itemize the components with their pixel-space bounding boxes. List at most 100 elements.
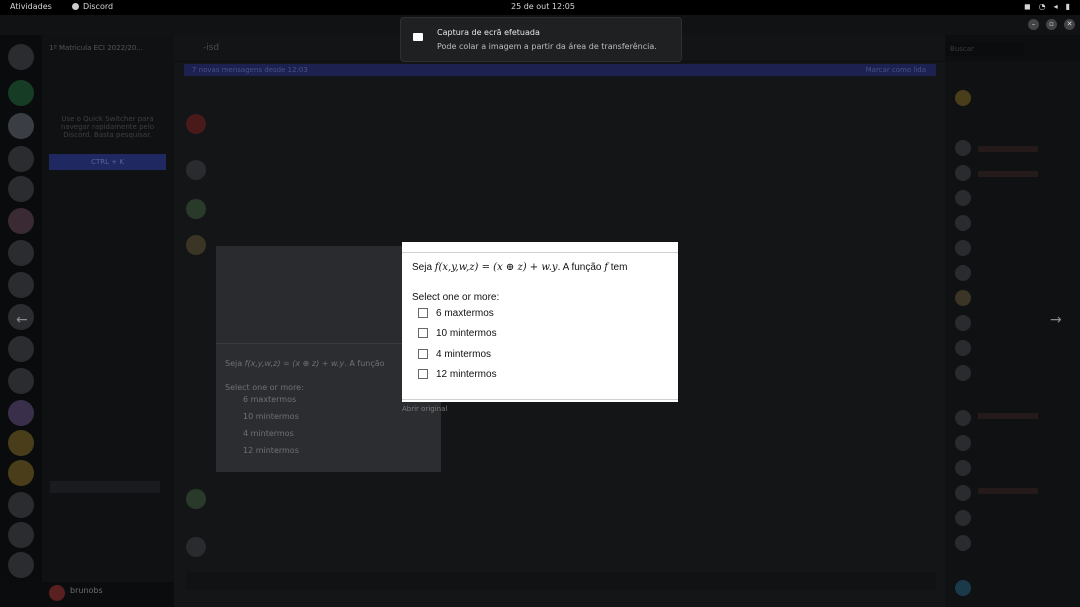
server-icon[interactable] [8,430,34,456]
checkbox-icon [418,349,428,359]
member-avatar[interactable] [955,140,971,156]
banner-text: 7 novas mensagens desde 12:03 [192,66,308,74]
mark-read-button[interactable]: Marcar como lida [866,66,926,74]
server-icon[interactable] [8,240,34,266]
member-avatar[interactable] [955,535,971,551]
server-icon[interactable] [8,522,34,548]
server-icon[interactable] [8,80,34,106]
member-name-placeholder[interactable] [978,171,1038,177]
member-avatar[interactable] [955,460,971,476]
new-messages-banner[interactable]: 7 novas mensagens desde 12:03 Marcar com… [184,64,936,76]
option-row: 12 mintermos [418,367,497,381]
option-label: 6 maxtermos [436,307,494,319]
member-avatar[interactable] [955,265,971,281]
previous-image-arrow-icon[interactable]: ← [16,312,28,328]
app-name: Discord [83,2,114,11]
select-label: Select one or more: [412,292,500,303]
option-row: 4 mintermos [418,347,491,361]
member-avatar[interactable] [955,165,971,181]
member-avatar[interactable] [955,510,971,526]
attached-image-select-label: Select one or more: [225,383,304,392]
close-button[interactable]: ✕ [1064,19,1075,30]
message-avatar[interactable] [186,114,206,134]
server-icon[interactable] [8,272,34,298]
user-avatar[interactable] [49,585,65,601]
checkbox-icon [418,328,428,338]
attached-image-option: 10 mintermos [243,412,299,421]
current-username: brunobs [70,586,103,595]
notification-body: Pode colar a imagem a partir da área de … [437,42,657,51]
guild-name[interactable]: 1º Matricula ECI 2022/20... [49,44,143,52]
member-name-placeholder[interactable] [978,413,1038,419]
channel-item[interactable] [50,248,160,260]
discord-tray-icon: ◼ [1023,2,1031,11]
message-avatar[interactable] [186,199,206,219]
option-row: 6 maxtermos [418,306,494,320]
attached-image-option: 6 maxtermos [243,395,297,404]
member-avatar[interactable] [955,365,971,381]
server-icon[interactable] [8,336,34,362]
server-icon[interactable] [8,492,34,518]
server-icon[interactable] [8,460,34,486]
member-avatar[interactable] [955,435,971,451]
system-tray[interactable]: ◼ ◔ ◂ ▮ [1024,2,1070,11]
message-avatar[interactable] [186,160,206,180]
attached-image-option: 4 mintermos [243,429,294,438]
screenshot-notification[interactable]: Captura de ecrã efetuada Pode colar a im… [400,17,682,62]
server-icon[interactable] [8,176,34,202]
member-avatar[interactable] [955,290,971,306]
option-label: 12 mintermos [436,368,497,380]
search-input[interactable]: Buscar [946,42,1024,56]
clock[interactable]: 25 de out 12:05 [511,2,575,11]
option-label: 10 mintermos [436,327,497,339]
question-text: Seja f(x,y,w,z) = (x ⊕ z) + w.y. A funçã… [412,262,628,273]
minimize-button[interactable]: – [1028,19,1039,30]
open-original-link[interactable]: Abrir original [402,405,447,413]
server-icon[interactable] [8,208,34,234]
attached-image-question: Seja f(x,y,w,z) = (x ⊕ z) + w.y. A funçã… [225,359,385,368]
maximize-button[interactable]: ▫ [1046,19,1057,30]
system-top-bar: Atividades Discord 25 de out 12:05 ◼ ◔ ◂… [0,0,1080,15]
channel-item-active[interactable] [50,481,160,493]
app-menu[interactable]: Discord [72,2,113,11]
server-icon[interactable] [8,368,34,394]
quick-switcher-hint: Use o Quick Switcher para navegar rapida… [60,115,155,139]
message-composer[interactable] [186,572,936,590]
server-icon[interactable] [8,44,34,70]
channel-item[interactable] [50,208,160,220]
next-image-arrow-icon[interactable]: → [1050,312,1062,328]
message-avatar[interactable] [186,537,206,557]
member-avatar[interactable] [955,90,971,106]
server-icon[interactable] [8,113,34,139]
member-avatar[interactable] [955,410,971,426]
activities-button[interactable]: Atividades [10,2,52,11]
wifi-icon: ◔ [1038,2,1046,11]
image-divider-top [402,252,678,253]
member-name-placeholder[interactable] [978,488,1038,494]
screenshot-icon [413,33,423,41]
member-avatar[interactable] [955,580,971,596]
server-icon[interactable] [8,400,34,426]
member-avatar[interactable] [955,215,971,231]
member-avatar[interactable] [955,340,971,356]
option-row: 10 mintermos [418,326,497,340]
member-avatar[interactable] [955,485,971,501]
option-label: 4 mintermos [436,348,492,360]
member-avatar[interactable] [955,240,971,256]
quick-switcher-button[interactable]: CTRL + K [49,154,166,170]
discord-icon [72,3,79,10]
enlarged-image: Seja f(x,y,w,z) = (x ⊕ z) + w.y. A funçã… [402,242,678,402]
attached-image-option: 12 mintermos [243,446,299,455]
image-divider-bottom [402,399,678,400]
server-icon[interactable] [8,552,34,578]
message-avatar[interactable] [186,235,206,255]
server-icon[interactable] [8,146,34,172]
channel-item[interactable] [50,228,160,240]
member-avatar[interactable] [955,315,971,331]
notification-title: Captura de ecrã efetuada [437,28,540,37]
member-name-placeholder[interactable] [978,146,1038,152]
channel-title: -isd [203,43,220,53]
member-avatar[interactable] [955,190,971,206]
battery-icon: ▮ [1065,2,1070,11]
message-avatar[interactable] [186,489,206,509]
